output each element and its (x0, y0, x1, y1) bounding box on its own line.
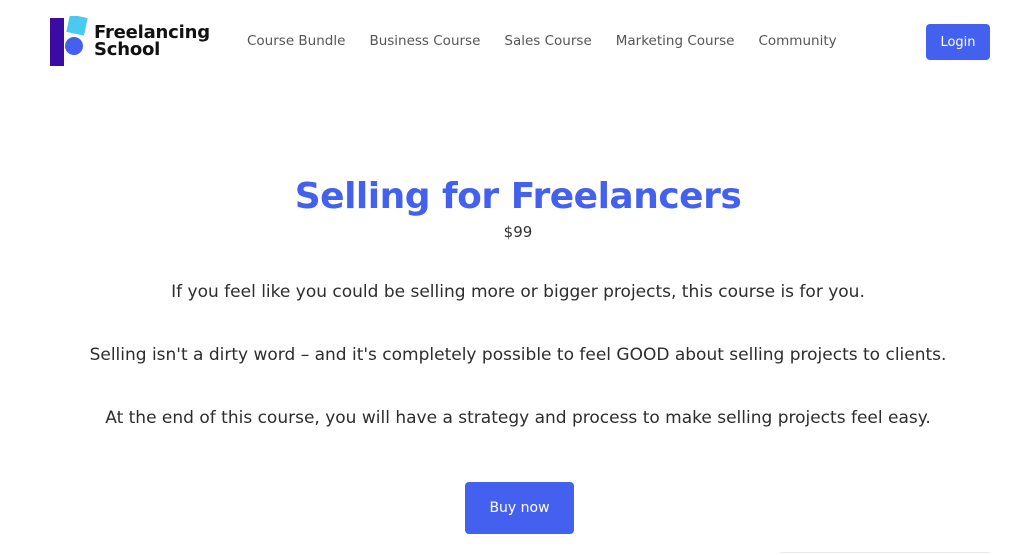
course-price: $99 (503, 223, 533, 241)
nav-sales-course[interactable]: Sales Course (504, 33, 591, 49)
buy-now-button[interactable]: Buy now (465, 482, 574, 534)
nav-community[interactable]: Community (758, 33, 836, 49)
description-paragraph-3: At the end of this course, you will have… (105, 408, 931, 428)
brand-line-2: School (94, 39, 161, 60)
main-nav: Course Bundle Business Course Sales Cour… (247, 33, 861, 49)
nav-business-course[interactable]: Business Course (369, 33, 480, 49)
description-paragraph-2: Selling isn't a dirty word – and it's co… (89, 345, 947, 365)
nav-course-bundle[interactable]: Course Bundle (247, 33, 345, 49)
brand-name: Freelancing School (94, 24, 210, 60)
course-hero: Selling for Freelancers $99 (0, 176, 1036, 241)
logo-mark-icon (50, 16, 88, 66)
divider (780, 552, 990, 553)
login-button[interactable]: Login (926, 24, 990, 60)
description-paragraph-1: If you feel like you could be selling mo… (171, 282, 865, 302)
nav-marketing-course[interactable]: Marketing Course (616, 33, 735, 49)
site-header: Freelancing School Course Bundle Busines… (0, 0, 1036, 90)
brand-logo[interactable]: Freelancing School (50, 16, 210, 68)
page-title: Selling for Freelancers (294, 176, 742, 217)
